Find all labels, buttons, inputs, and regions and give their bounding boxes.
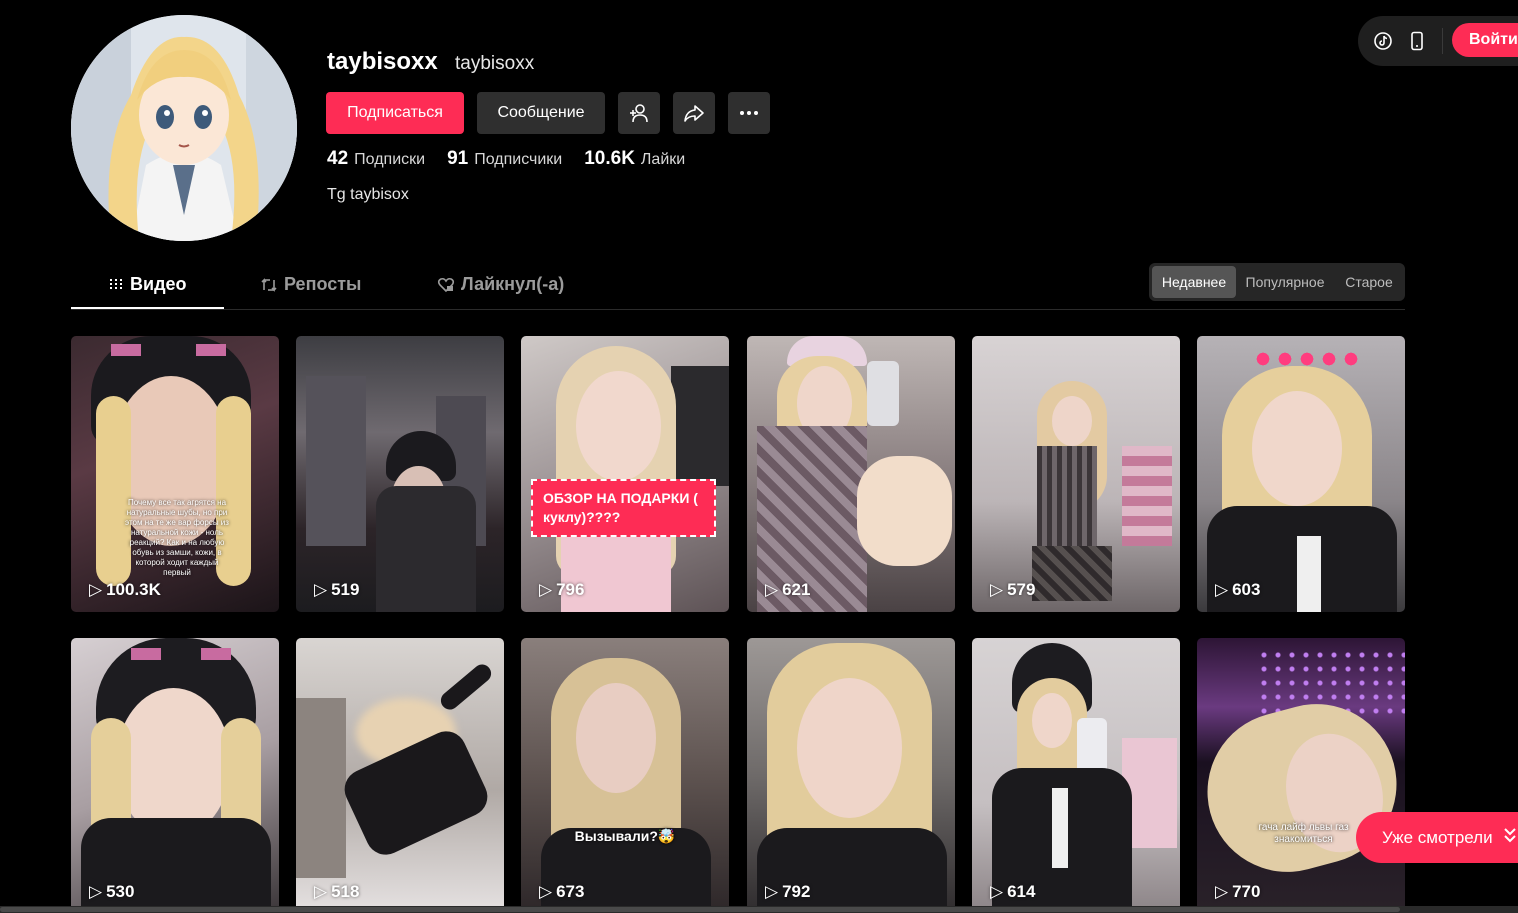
play-icon: ▷ <box>1215 882 1229 901</box>
video-card[interactable]: ▷ 518 <box>296 638 504 913</box>
video-views: ▷ 579 <box>990 580 1035 600</box>
tabs-divider <box>71 309 1405 310</box>
divider <box>1442 28 1443 54</box>
video-views: ▷ 792 <box>765 882 810 902</box>
tab-liked[interactable]: Лайкнул(-а) <box>437 274 564 295</box>
tab-liked-label: Лайкнул(-а) <box>461 274 565 294</box>
video-views: ▷ 621 <box>765 580 810 600</box>
horizontal-scrollbar[interactable] <box>0 906 1518 913</box>
video-views-count: 770 <box>1232 882 1261 901</box>
add-user-icon <box>630 104 648 123</box>
likes-count: 10.6K <box>584 148 635 169</box>
video-views-count: 614 <box>1007 882 1036 901</box>
tab-reposts-label: Репосты <box>284 274 362 294</box>
share-button[interactable] <box>673 92 715 134</box>
video-card[interactable]: Вызывали?🤯 ▷ 673 <box>521 638 729 913</box>
video-views: ▷ 673 <box>539 882 584 902</box>
already-watched-label: Уже смотрели <box>1382 827 1493 847</box>
video-card[interactable]: ОБЗОР НА ПОДАРКИ ( куклу)???? ▷ 796 <box>521 336 729 612</box>
video-card[interactable]: Почему все так агрятся на натуральные шу… <box>71 336 279 612</box>
sort-segmented-control: Недавнее Популярное Старое <box>1149 263 1405 301</box>
more-dots-icon <box>740 111 758 115</box>
following-stat[interactable]: 42 Подписки <box>327 148 425 170</box>
video-card[interactable]: ▷ 519 <box>296 336 504 612</box>
login-button[interactable]: Войти <box>1452 23 1518 57</box>
video-views-count: 673 <box>556 882 585 901</box>
double-chevron-down-icon <box>1503 826 1517 849</box>
play-icon: ▷ <box>765 580 779 599</box>
sort-oldest[interactable]: Старое <box>1337 266 1401 298</box>
likes-stat: 10.6K Лайки <box>584 148 685 170</box>
video-card[interactable]: ▷ 579 <box>972 336 1180 612</box>
add-friend-button[interactable] <box>618 92 660 134</box>
video-caption: ОБЗОР НА ПОДАРКИ ( куклу)???? <box>543 490 698 525</box>
active-tab-indicator <box>71 307 224 309</box>
followers-label: Подписчики <box>474 151 563 168</box>
video-views-count: 100.3K <box>106 580 161 599</box>
more-options-button[interactable] <box>728 92 770 134</box>
followers-stat[interactable]: 91 Подписчики <box>447 148 562 170</box>
video-card[interactable]: ▷ 530 <box>71 638 279 913</box>
profile-nickname: taybisoxx <box>455 53 535 74</box>
video-views-count: 603 <box>1232 580 1261 599</box>
video-views-count: 530 <box>106 882 135 901</box>
play-icon: ▷ <box>765 882 779 901</box>
play-icon: ▷ <box>539 882 553 901</box>
play-icon: ▷ <box>89 882 103 901</box>
video-caption: Вызывали?🤯 <box>574 828 676 844</box>
video-views-count: 796 <box>556 580 585 599</box>
play-icon: ▷ <box>990 882 1004 901</box>
video-card[interactable]: ▷ 792 <box>747 638 955 913</box>
sort-recent[interactable]: Недавнее <box>1152 266 1236 298</box>
share-icon <box>684 105 704 122</box>
video-views: ▷ 100.3K <box>89 580 161 600</box>
profile-stats: 42 Подписки 91 Подписчики 10.6K Лайки <box>327 148 707 170</box>
avatar[interactable] <box>71 15 297 241</box>
profile-username: taybisoxx <box>327 48 438 75</box>
repost-icon <box>261 277 277 292</box>
play-icon: ▷ <box>314 580 328 599</box>
tab-reposts[interactable]: Репосты <box>260 274 361 295</box>
sort-popular[interactable]: Популярное <box>1240 266 1330 298</box>
heart-lock-icon <box>437 277 455 292</box>
video-views-count: 621 <box>782 580 811 599</box>
video-views: ▷ 518 <box>314 882 359 902</box>
video-views: ▷ 603 <box>1215 580 1260 600</box>
video-views: ▷ 796 <box>539 580 584 600</box>
tab-videos-label: Видео <box>130 274 187 294</box>
play-icon: ▷ <box>1215 580 1229 599</box>
follow-button[interactable]: Подписаться <box>326 92 464 134</box>
video-card[interactable]: гача лайф львы газ знакомиться ▷ 770 <box>1197 638 1405 913</box>
video-views: ▷ 519 <box>314 580 359 600</box>
scrollbar-thumb[interactable] <box>0 907 1400 912</box>
profile-bio: Tg taybisox <box>327 186 409 203</box>
video-caption: гача лайф львы газ знакомиться <box>1258 822 1349 845</box>
grid-icon <box>110 278 122 291</box>
video-views-count: 519 <box>331 580 360 599</box>
video-views: ▷ 614 <box>990 882 1035 902</box>
play-icon: ▷ <box>89 580 103 599</box>
play-icon: ▷ <box>539 580 553 599</box>
tiktok-logo-icon[interactable] <box>1372 30 1394 52</box>
video-card[interactable]: ▷ 621 <box>747 336 955 612</box>
video-views: ▷ 530 <box>89 882 134 902</box>
video-card[interactable]: ▷ 603 <box>1197 336 1405 612</box>
video-views-count: 792 <box>782 882 811 901</box>
mobile-icon[interactable] <box>1406 30 1428 52</box>
message-button[interactable]: Сообщение <box>477 92 605 134</box>
video-card[interactable]: ▷ 614 <box>972 638 1180 913</box>
tab-videos[interactable]: Видео <box>108 274 187 295</box>
play-icon: ▷ <box>990 580 1004 599</box>
video-views-count: 518 <box>331 882 360 901</box>
following-count: 42 <box>327 148 349 169</box>
video-views-count: 579 <box>1007 580 1036 599</box>
video-caption: Почему все так агрятся на натуральные шу… <box>125 498 229 577</box>
likes-label: Лайки <box>640 151 686 168</box>
video-views: ▷ 770 <box>1215 882 1260 902</box>
followers-count: 91 <box>447 148 469 169</box>
following-label: Подписки <box>354 151 426 168</box>
already-watched-button[interactable]: Уже смотрели <box>1356 812 1518 863</box>
play-icon: ▷ <box>314 882 328 901</box>
